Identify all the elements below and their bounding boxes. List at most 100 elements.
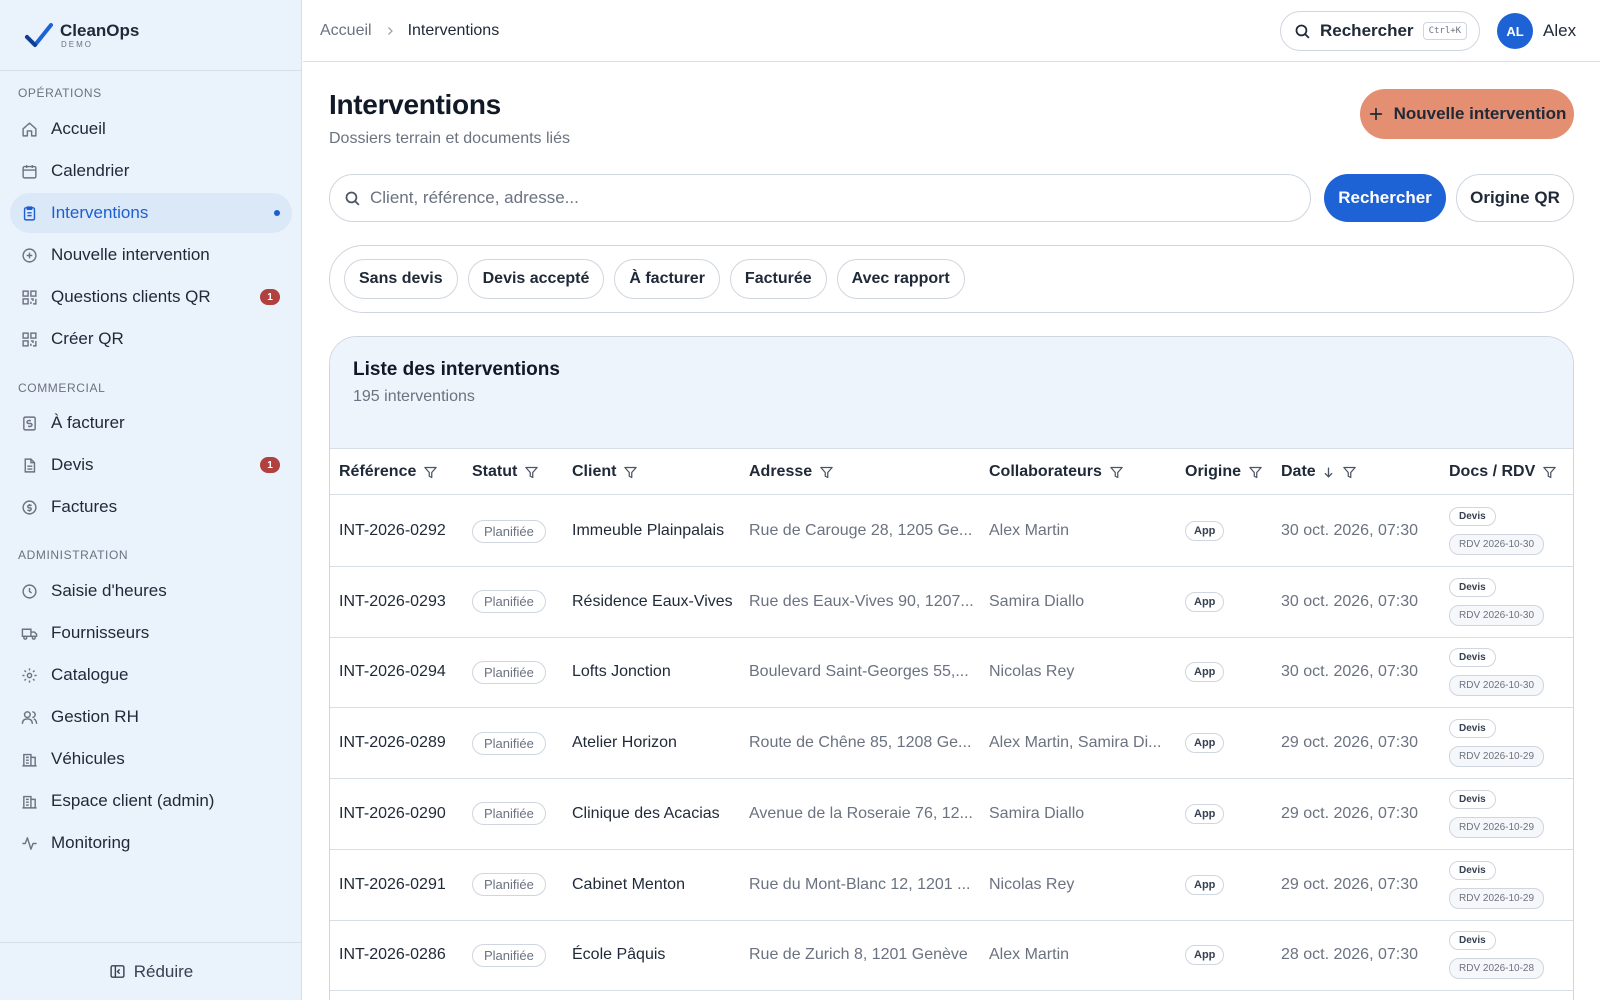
cell-address: Boulevard Saint-Georges 55,... xyxy=(749,663,969,681)
sidebar-item-label: Véhicules xyxy=(51,749,125,768)
plus-icon xyxy=(1368,106,1384,122)
column-header-client[interactable]: Client xyxy=(572,449,638,495)
status-badge: Planifiée xyxy=(472,660,546,684)
sidebar-item-fournisseurs[interactable]: Fournisseurs xyxy=(10,613,292,653)
filter-icon[interactable] xyxy=(524,465,539,480)
sidebar-item-label: Questions clients QR xyxy=(51,287,211,306)
filter-icon[interactable] xyxy=(423,465,438,480)
filter-chip-facturee[interactable]: Facturée xyxy=(729,259,827,299)
sidebar-item-nouvelle-intervention[interactable]: Nouvelle intervention xyxy=(10,235,292,275)
search-submit-button[interactable]: Rechercher xyxy=(1324,174,1446,222)
cell-date: 30 oct. 2026, 07:30 xyxy=(1281,522,1418,539)
table-row[interactable]: INT-2026-0294 Planifiée Lofts Jonction Boul… xyxy=(330,637,1573,709)
doc-badge[interactable]: Devis xyxy=(1449,719,1496,739)
filter-chip-avec-rapport[interactable]: Avec rapport xyxy=(836,259,965,299)
sidebar-item-saisie-heures[interactable]: Saisie d'heures xyxy=(10,571,292,611)
cell-address: Rue des Eaux-Vives 90, 1207... xyxy=(749,592,974,610)
doc-badge[interactable]: Devis xyxy=(1449,507,1496,526)
notification-badge: 1 xyxy=(260,457,280,473)
column-header-label: Client xyxy=(572,463,617,480)
new-intervention-button[interactable]: Nouvelle intervention xyxy=(1360,89,1574,139)
doc-badge[interactable]: Devis xyxy=(1449,789,1496,809)
sidebar-item-calendrier[interactable]: Calendrier xyxy=(10,151,292,191)
sidebar-item-espace-client[interactable]: Espace client (admin) xyxy=(10,781,292,821)
sidebar-item-label: Nouvelle intervention xyxy=(51,245,210,264)
cell-origin: App xyxy=(1185,496,1225,566)
filter-chip-devis-accepte[interactable]: Devis accepté xyxy=(467,259,605,299)
cell-reference: INT-2026-0289 xyxy=(339,734,446,752)
list-title: Liste des interventions xyxy=(353,359,560,380)
breadcrumb-home-link[interactable]: Accueil xyxy=(320,22,372,40)
sidebar: CleanOps DEMO OPÉRATIONS Accueil Calendr… xyxy=(0,0,302,1000)
filter-icon[interactable] xyxy=(1248,465,1263,480)
rdv-badge[interactable]: RDV 2026-10-30 xyxy=(1449,534,1545,555)
filter-icon[interactable] xyxy=(623,465,638,480)
sidebar-item-a-facturer[interactable]: À facturer xyxy=(10,403,292,443)
column-header-docs[interactable]: Docs / RDV xyxy=(1449,449,1557,495)
filter-icon[interactable] xyxy=(1542,465,1557,480)
column-header-reference[interactable]: Référence xyxy=(339,449,438,495)
cell-origin: App xyxy=(1185,779,1225,849)
table-row[interactable]: INT-2026-0292 Planifiée Immeuble Plainpala… xyxy=(330,496,1573,567)
sidebar-item-accueil[interactable]: Accueil xyxy=(10,109,292,149)
table-row[interactable]: INT-2026-0286 Planifiée École Pâquis Rue de… xyxy=(330,920,1573,992)
column-header-label: Statut xyxy=(472,463,518,480)
sidebar-item-interventions[interactable]: Interventions xyxy=(10,193,292,233)
column-header-origin[interactable]: Origine xyxy=(1185,449,1263,495)
origin-badge: App xyxy=(1185,662,1225,683)
doc-badge[interactable]: Devis xyxy=(1449,860,1496,880)
collapse-sidebar-button[interactable]: Réduire xyxy=(0,942,302,1000)
sidebar-item-questions-clients-qr[interactable]: Questions clients QR 1 xyxy=(10,277,292,317)
rdv-badge[interactable]: RDV 2026-10-30 xyxy=(1449,604,1545,626)
sidebar-item-creer-qr[interactable]: Créer QR xyxy=(10,319,292,359)
rdv-badge[interactable]: RDV 2026-10-28 xyxy=(1449,958,1545,980)
table-row[interactable]: INT-2026-0291 Planifiée Cabinet Menton Rue … xyxy=(330,850,1573,921)
search-input[interactable] xyxy=(370,188,1310,208)
building-icon xyxy=(20,750,38,768)
rdv-badge[interactable]: RDV 2026-10-29 xyxy=(1449,816,1545,838)
origin-qr-button[interactable]: Origine QR xyxy=(1456,174,1574,222)
sidebar-item-catalogue[interactable]: Catalogue xyxy=(10,655,292,695)
filter-icon[interactable] xyxy=(1109,465,1124,480)
doc-badge[interactable]: Devis xyxy=(1449,648,1496,668)
doc-badge[interactable]: Devis xyxy=(1449,577,1496,597)
filter-icon[interactable] xyxy=(1342,465,1357,480)
truck-icon xyxy=(20,624,38,642)
keyboard-shortcut: Ctrl+K xyxy=(1422,22,1468,40)
active-dot xyxy=(274,210,280,216)
calendar-icon xyxy=(20,162,38,180)
cell-address: Route de Chêne 85, 1208 Ge... xyxy=(749,734,972,752)
filter-chip-a-facturer[interactable]: À facturer xyxy=(614,259,720,299)
column-header-status[interactable]: Statut xyxy=(472,449,539,495)
sidebar-item-factures[interactable]: Factures xyxy=(10,487,292,527)
list-card-header: Liste des interventions 195 intervention… xyxy=(330,337,1573,449)
avatar[interactable]: AL xyxy=(1497,13,1533,49)
column-header-date[interactable]: Date xyxy=(1281,449,1357,495)
global-search-button[interactable]: Rechercher Ctrl+K xyxy=(1280,11,1480,51)
rdv-badge[interactable]: RDV 2026-10-30 xyxy=(1449,675,1545,697)
section-label-operations: OPÉRATIONS xyxy=(18,86,102,100)
table-row[interactable]: INT-2026-0290 Planifiée Clinique des Acaci… xyxy=(330,779,1573,850)
column-header-collaborators[interactable]: Collaborateurs xyxy=(989,449,1124,495)
user-name[interactable]: Alex xyxy=(1543,0,1576,62)
rdv-badge[interactable]: RDV 2026-10-29 xyxy=(1449,887,1545,909)
cell-address: Rue du Mont-Blanc 12, 1201 ... xyxy=(749,875,971,893)
filter-chip-sans-devis[interactable]: Sans devis xyxy=(344,259,458,299)
sidebar-item-devis[interactable]: Devis 1 xyxy=(10,445,292,485)
brand[interactable]: CleanOps DEMO xyxy=(0,0,301,71)
origin-badge: App xyxy=(1185,733,1225,754)
origin-badge: App xyxy=(1185,591,1225,612)
table-row[interactable]: INT-2026-0289 Planifiée Atelier Horizon Rou… xyxy=(330,708,1573,780)
column-header-address[interactable]: Adresse xyxy=(749,449,834,495)
doc-badge[interactable]: Devis xyxy=(1449,931,1496,951)
table-row[interactable]: INT-2026-0293 Planifiée Résidence Eaux-Viv… xyxy=(330,567,1573,638)
sidebar-item-monitoring[interactable]: Monitoring xyxy=(10,823,292,863)
sidebar-item-vehicules[interactable]: Véhicules xyxy=(10,739,292,779)
filter-icon[interactable] xyxy=(819,465,834,480)
sidebar-item-label: Calendrier xyxy=(51,161,130,180)
plus-circle-icon xyxy=(20,246,38,264)
sidebar-item-gestion-rh[interactable]: Gestion RH xyxy=(10,697,292,737)
rdv-badge[interactable]: RDV 2026-10-29 xyxy=(1449,746,1545,768)
cell-docs: Devis RDV 2026-10-29 xyxy=(1449,850,1573,920)
sort-down-icon[interactable] xyxy=(1322,466,1335,479)
